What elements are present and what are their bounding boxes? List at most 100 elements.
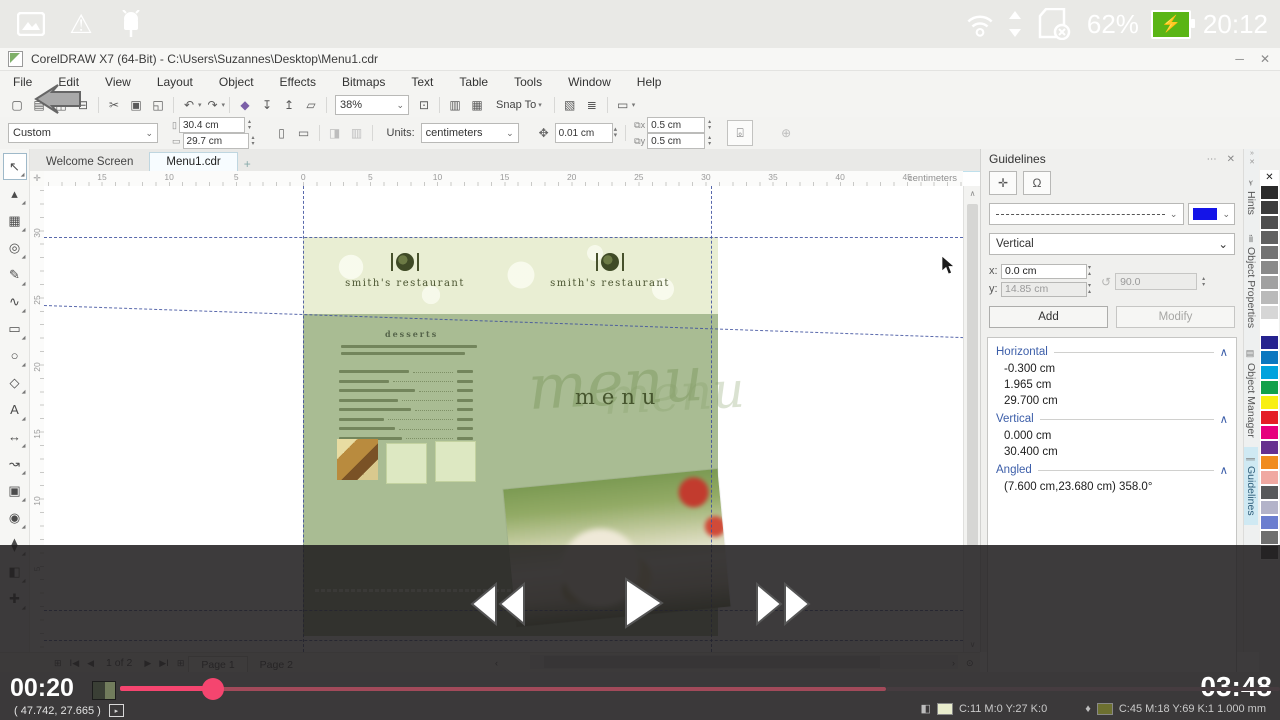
landscape-button[interactable]: ▭ [293,121,315,145]
color-swatch[interactable] [1260,395,1279,410]
collapse-icon[interactable]: ∧ [1220,463,1228,477]
menu-layout[interactable]: Layout [144,75,206,89]
color-swatch[interactable] [1260,530,1279,545]
color-swatch[interactable] [1260,485,1279,500]
docker-tab-hints[interactable]: ➢Hints [1244,169,1258,224]
undo-button[interactable]: ↶ [178,95,200,115]
show-guidelines-toggle[interactable]: ✛ [989,171,1017,195]
line-color-select[interactable]: ⌄ [1188,203,1235,225]
view-navigator-button[interactable]: ▥ [444,95,466,115]
guideline-item[interactable]: 30.400 cm [988,444,1236,460]
no-color-swatch[interactable]: ✕ [1260,170,1279,185]
color-swatch[interactable] [1260,365,1279,380]
zoom-tool[interactable]: ◎◢ [3,234,27,261]
color-swatch[interactable] [1260,440,1279,455]
polygon-tool[interactable]: ◇◢ [3,369,27,396]
guideline-item[interactable]: -0.300 cm [988,361,1236,377]
guideline-orientation-select[interactable]: Vertical ⌄ [989,233,1235,255]
collapse-icon[interactable]: ∧ [1220,412,1228,426]
redo-button[interactable]: ↷ [202,95,224,115]
play-button[interactable] [622,577,664,629]
color-swatch[interactable] [1260,230,1279,245]
color-swatch[interactable] [1260,305,1279,320]
menu-text[interactable]: Text [398,75,446,89]
guideline-item[interactable]: 0.000 cm [988,428,1236,444]
color-swatch[interactable] [1260,290,1279,305]
document-tab-welcome-screen[interactable]: Welcome Screen [30,153,149,171]
guideline-item[interactable]: 29.700 cm [988,393,1236,409]
menu-window[interactable]: Window [555,75,624,89]
duplicate-x-field[interactable] [647,117,705,133]
guideline-y-field[interactable] [1001,282,1087,297]
page-width-spinner[interactable]: ▴▾ [248,119,251,131]
docker-close-icon[interactable]: ✕ [1227,154,1235,165]
document-tab-menu1-cdr[interactable]: Menu1.cdr [149,152,237,171]
color-swatch[interactable] [1260,380,1279,395]
full-screen-preview-button[interactable]: ⊡ [413,95,435,115]
rewind-button[interactable] [468,580,528,628]
menu-table[interactable]: Table [446,75,501,89]
nudge-offset-field[interactable] [555,123,613,143]
color-swatch[interactable] [1260,515,1279,530]
x-spinner[interactable]: ▾▴ [1088,265,1091,277]
color-swatch[interactable] [1260,335,1279,350]
ruler-origin[interactable]: ✛ [30,171,44,187]
fast-forward-button[interactable] [753,580,813,628]
crop-tool[interactable]: ▦◢ [3,207,27,234]
docker-tab-guidelines[interactable]: ∥Guidelines [1244,447,1258,525]
line-style-select[interactable]: ⌄ [989,203,1184,225]
color-swatch[interactable] [1260,425,1279,440]
copy-button[interactable]: ▣ [125,95,147,115]
progress-played[interactable] [120,686,213,691]
progress-track[interactable] [886,687,1280,691]
options-button[interactable]: ▧ [559,95,581,115]
dimension-tool[interactable]: ↔◢ [3,423,27,450]
shape-tool[interactable]: ▴◢ [3,180,27,207]
application-settings-button[interactable]: ≣ [581,95,603,115]
guideline-x-field[interactable] [1001,264,1087,279]
menu-object[interactable]: Object [206,75,267,89]
add-guideline-button[interactable]: Add [989,306,1108,328]
scroll-up-arrow[interactable]: ∧ [964,189,981,198]
ellipse-tool[interactable]: ○◢ [3,342,27,369]
guideline-section-header[interactable]: Vertical∧ [988,409,1236,428]
angle-spinner[interactable]: ▴▾ [1202,276,1205,288]
guideline-angle-field[interactable] [1115,273,1197,290]
artistic-media-tool[interactable]: ∿◢ [3,288,27,315]
color-swatch[interactable] [1260,470,1279,485]
pick-tool[interactable]: ↖◢ [3,153,27,180]
docker-close-small-icon[interactable]: ✕ [1249,158,1255,167]
current-page-button[interactable]: ▥ [346,121,368,145]
import-button[interactable]: ↧ [256,95,278,115]
color-swatch[interactable] [1260,320,1279,335]
y-spinner[interactable]: ▾▴ [1088,283,1091,295]
freehand-tool[interactable]: ✎◢ [3,261,27,288]
modify-guideline-button[interactable]: Modify [1116,306,1235,328]
snap-to-button[interactable]: Snap To ▾ [488,99,550,111]
export-button[interactable]: ↥ [278,95,300,115]
color-swatch[interactable] [1260,245,1279,260]
collapse-icon[interactable]: ∧ [1220,345,1228,359]
publish-to-pdf-button[interactable]: ▱ [300,95,322,115]
page-height-spinner[interactable]: ▴▾ [252,135,255,147]
zoom-level-select[interactable]: 38% ⌄ [335,95,409,115]
duplicate-y-spinner[interactable]: ▴▾ [708,135,711,147]
horizontal-guideline[interactable] [44,237,963,238]
page-width-field[interactable] [179,117,245,133]
menu-effects[interactable]: Effects [267,75,329,89]
color-swatch[interactable] [1260,350,1279,365]
application-launcher-button[interactable]: ◆ [234,95,256,115]
menu-bitmaps[interactable]: Bitmaps [329,75,398,89]
guideline-section-header[interactable]: Horizontal∧ [988,342,1236,361]
progress-handle[interactable] [202,678,224,700]
new-tab-button[interactable]: + [244,157,251,171]
color-swatch[interactable] [1260,215,1279,230]
rectangle-tool[interactable]: ▭◢ [3,315,27,342]
docker-tab-object-manager[interactable]: ▤Object Manager [1244,339,1258,448]
snap-to-guidelines-toggle[interactable]: Ω [1023,171,1051,195]
color-swatch[interactable] [1260,500,1279,515]
duplicate-x-spinner[interactable]: ▴▾ [708,119,711,131]
menu-view[interactable]: View [92,75,144,89]
color-swatch[interactable] [1260,455,1279,470]
guideline-item[interactable]: (7.600 cm,23.680 cm) 358.0° [988,479,1236,495]
